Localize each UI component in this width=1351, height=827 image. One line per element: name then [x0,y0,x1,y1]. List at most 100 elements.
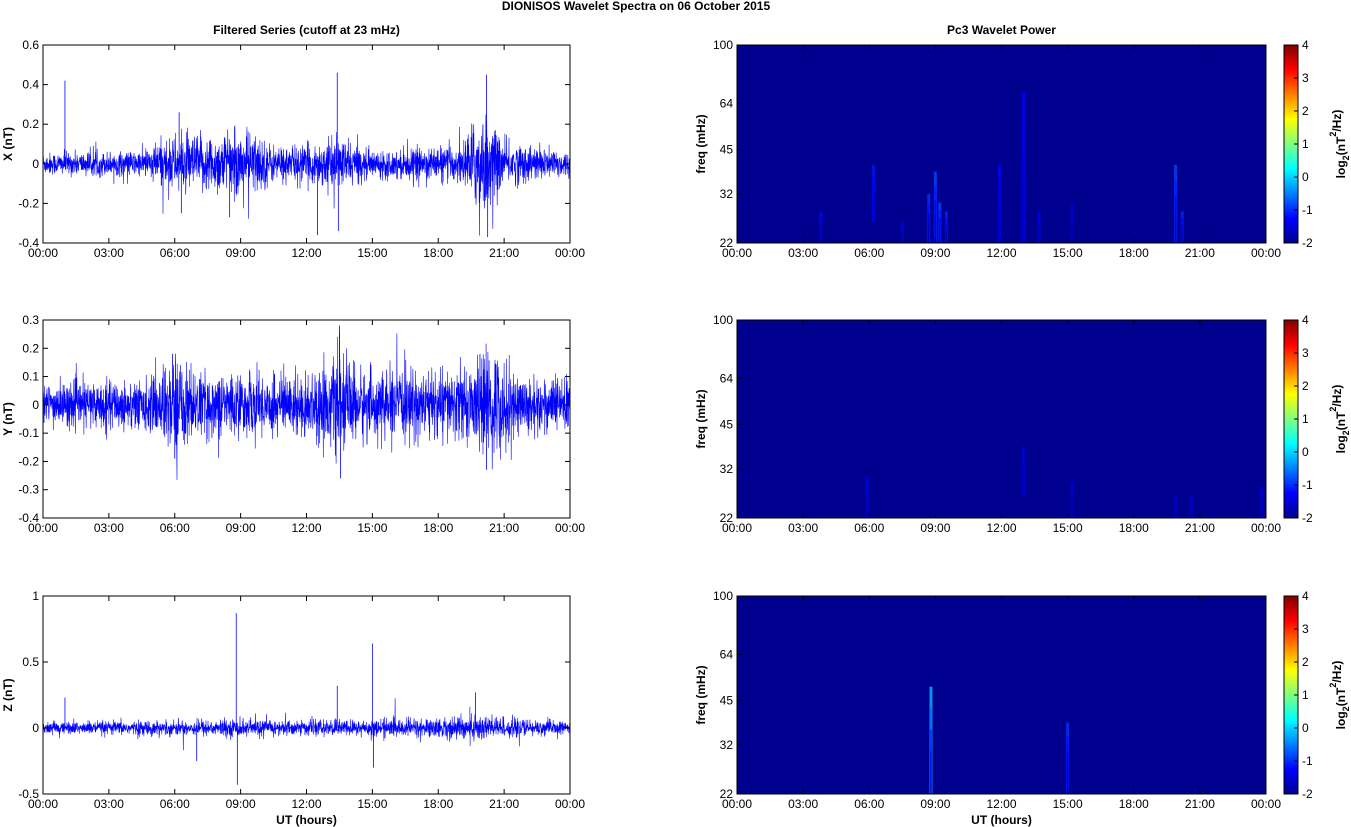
x-tick-label: 15:00 [1053,521,1083,535]
x-tick-label: 00:00 [1251,521,1281,535]
y-tick-label: -0.3 [18,483,39,497]
x-tick-label: 12:00 [291,521,321,535]
y-axis-label: freq (mHz) [694,114,708,173]
x-tick-label: 00:00 [555,246,585,260]
y-axis-label: freq (mHz) [694,665,708,724]
x-tick-label: 06:00 [160,521,190,535]
y-tick-label: 32 [720,187,734,201]
y-tick-label: 100 [713,313,733,327]
colorbar-tick-label: 1 [1302,137,1309,151]
x-tick-label: 15:00 [1053,797,1083,811]
colorbar-tick-label: 4 [1302,589,1309,603]
heatmap-feature [945,230,947,243]
heatmap-feature [998,211,1000,243]
x-tick-label: 15:00 [357,521,387,535]
series-panel-2 [42,319,571,519]
heatmap-feature [939,226,941,243]
x-tick-label: 21:00 [489,797,519,811]
x-tick-label: 00:00 [1251,797,1281,811]
x-tick-label: 12:00 [291,797,321,811]
colorbar-label: log2(nT2/Hz) [1328,110,1351,179]
colorbar-tick-label: 0 [1302,445,1309,459]
x-tick-label: 00:00 [722,521,752,535]
heatmap-feature [1071,226,1073,243]
x-tick-label: 09:00 [920,246,950,260]
x-tick-label: 03:00 [94,797,124,811]
heatmap-feature [1260,505,1263,518]
y-axis-label: Y (nT) [1,402,15,436]
x-tick-label: 00:00 [28,246,58,260]
x-tick-label: 06:00 [854,246,884,260]
colorbar-tick-label: -2 [1302,787,1313,801]
x-tick-label: 15:00 [357,246,387,260]
x-tick-label: 15:00 [357,797,387,811]
y-tick-label: -0.1 [18,426,39,440]
y-tick-label: 45 [720,417,734,431]
y-tick-label: 0 [32,721,39,735]
x-tick-label: 06:00 [854,521,884,535]
heatmap-feature [1190,509,1192,518]
x-tick-label: 06:00 [160,797,190,811]
x-tick-label: 21:00 [1185,246,1215,260]
y-tick-label: 0.1 [22,370,39,384]
heatmap-feature [1022,476,1025,497]
x-tick-label: 03:00 [788,797,818,811]
colorbar-tick-label: 3 [1302,622,1309,636]
x-tick-label: 12:00 [986,521,1016,535]
x-tick-label: 00:00 [28,521,58,535]
y-tick-label: 1 [32,589,39,603]
x-tick-label: 18:00 [423,797,453,811]
heatmap-feature [1181,230,1183,243]
series-panel-1 [42,44,571,244]
x-tick-label: 18:00 [1119,797,1149,811]
x-tick-label: 09:00 [920,797,950,811]
colorbar-tick-label: 0 [1302,170,1309,184]
x-axis-label: UT (hours) [971,813,1032,827]
x-tick-label: 12:00 [986,797,1016,811]
heatmap-feature [1022,182,1025,243]
x-tick-label: 21:00 [489,246,519,260]
colorbar-tick-label: 4 [1302,313,1309,327]
y-tick-label: 0.2 [22,117,39,131]
plot-area [43,45,570,243]
colorbar-tick-label: 3 [1302,71,1309,85]
y-axis-label: Z (nT) [1,678,15,711]
heatmap-feature [901,234,903,243]
x-tick-label: 18:00 [1119,246,1149,260]
x-tick-label: 06:00 [160,246,190,260]
heatmap-feature [928,223,930,243]
colorbar-tick-label: -2 [1302,511,1313,525]
x-tick-label: 03:00 [94,246,124,260]
y-tick-label: 32 [720,738,734,752]
x-tick-label: 18:00 [423,521,453,535]
x-tick-label: 21:00 [1185,797,1215,811]
colorbar-label: log2(nT2/Hz) [1328,661,1351,730]
spectrum-panel-3 [736,595,1267,795]
x-tick-label: 00:00 [1251,246,1281,260]
y-tick-label: -0.2 [18,196,39,210]
series-panel-3 [42,595,571,795]
y-tick-label: 0.5 [22,655,39,669]
y-tick-label: -0.2 [18,454,39,468]
x-tick-label: 00:00 [28,797,58,811]
x-tick-label: 00:00 [722,797,752,811]
colorbar-tick-label: -1 [1302,754,1313,768]
y-tick-label: 32 [720,462,734,476]
heatmap-feature [1175,211,1177,243]
colorbar-tick-label: 4 [1302,38,1309,52]
heatmap-feature [873,198,875,222]
y-tick-label: 0.2 [22,341,39,355]
y-tick-label: 0.6 [22,38,39,52]
colorbar-label: log2(nT2/Hz) [1328,385,1351,454]
y-tick-label: 64 [720,647,734,661]
spectrum-panel-1 [736,44,1267,244]
heatmap-feature [1071,503,1073,518]
colorbar-tick-label: 1 [1302,412,1309,426]
x-tick-label: 18:00 [423,246,453,260]
y-tick-label: 45 [720,142,734,156]
colorbar-tick-label: 2 [1302,104,1309,118]
x-tick-label: 15:00 [1053,246,1083,260]
x-tick-label: 00:00 [555,521,585,535]
x-tick-label: 03:00 [788,246,818,260]
x-tick-label: 00:00 [722,246,752,260]
